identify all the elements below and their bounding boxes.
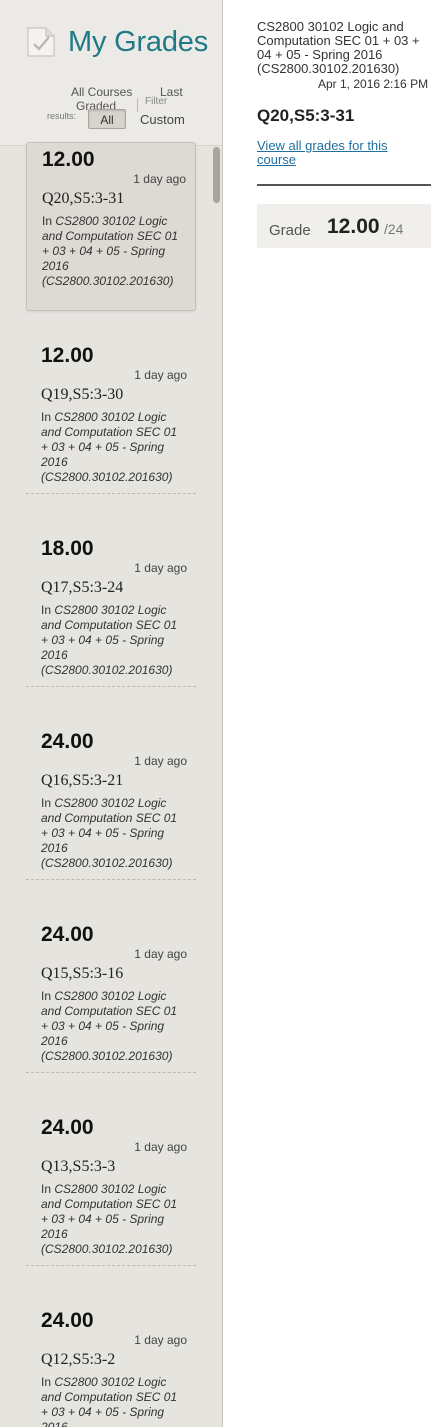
grade-course-text: In CS2800 30102 Logic and Computation SE… bbox=[41, 1375, 183, 1427]
grade-time: 1 day ago bbox=[133, 172, 186, 186]
filter-all-button[interactable]: All bbox=[88, 109, 126, 129]
grade-item-name: Q20,S5:3-31 bbox=[42, 190, 125, 207]
list-separator bbox=[26, 879, 196, 880]
detail-course-name: CS2800 30102 Logic and Computation SEC 0… bbox=[257, 19, 420, 76]
grade-list-item[interactable]: 12.00 1 day ago Q20,S5:3-31 In CS2800 30102… bbox=[26, 142, 196, 311]
grade-course-text: In CS2800 30102 Logic and Computation SE… bbox=[41, 1182, 183, 1257]
list-separator bbox=[26, 1072, 196, 1073]
grades-logo-icon bbox=[27, 27, 55, 57]
grade-item-name: Q19,S5:3-30 bbox=[41, 386, 124, 403]
grade-time: 1 day ago bbox=[134, 947, 187, 961]
in-label: In bbox=[41, 410, 55, 424]
filter-divider bbox=[137, 98, 138, 112]
page-title: My Grades bbox=[68, 26, 209, 58]
grade-score: 12.00 bbox=[41, 344, 94, 367]
list-separator bbox=[26, 1265, 196, 1266]
list-scrollbar[interactable] bbox=[213, 147, 220, 203]
detail-date: Apr 1, 2016 2:16 PM bbox=[318, 77, 429, 91]
grade-time: 1 day ago bbox=[134, 754, 187, 768]
grade-score: 24.00 bbox=[41, 1309, 94, 1332]
in-label: In bbox=[41, 796, 55, 810]
course-name: CS2800 30102 Logic and Computation SEC 0… bbox=[41, 1182, 178, 1256]
in-label: In bbox=[41, 1375, 55, 1389]
grade-score: 12.00 bbox=[42, 148, 95, 171]
grade-score: 24.00 bbox=[41, 730, 94, 753]
results-label: results: bbox=[47, 111, 77, 121]
grade-score: 24.00 bbox=[41, 1116, 94, 1139]
course-name: CS2800 30102 Logic and Computation SEC 0… bbox=[42, 214, 179, 288]
in-label: In bbox=[42, 214, 56, 228]
list-separator bbox=[26, 493, 196, 494]
grade-label: Grade bbox=[269, 222, 311, 239]
grade-list-item[interactable]: 24.00 1 day ago Q13,S5:3-3 In CS2800 30102 … bbox=[26, 1074, 196, 1256]
grade-list-item[interactable]: 24.00 1 day ago Q16,S5:3-21 In CS2800 30102… bbox=[26, 688, 196, 870]
grade-out-of: /24 bbox=[384, 221, 404, 237]
grade-course-text: In CS2800 30102 Logic and Computation SE… bbox=[41, 603, 183, 678]
grade-time: 1 day ago bbox=[134, 561, 187, 575]
grade-item-name: Q15,S5:3-16 bbox=[41, 965, 124, 982]
grade-time: 1 day ago bbox=[134, 1333, 187, 1347]
grade-score: 24.00 bbox=[41, 923, 94, 946]
view-all-grades-link[interactable]: View all grades for this course bbox=[257, 139, 417, 167]
detail-assignment-name: Q20,S5:3-31 bbox=[257, 106, 355, 125]
grade-time: 1 day ago bbox=[134, 368, 187, 382]
grade-item-name: Q16,S5:3-21 bbox=[41, 772, 124, 789]
grade-box: Grade 12.00 /24 bbox=[257, 204, 431, 248]
filter-all-courses-label: All Courses bbox=[71, 85, 133, 99]
grade-course-text: In CS2800 30102 Logic and Computation SE… bbox=[42, 214, 184, 289]
grade-list-item[interactable]: 12.00 1 day ago Q19,S5:3-30 In CS2800 30102… bbox=[26, 302, 196, 484]
course-name: CS2800 30102 Logic and Computation SEC 0… bbox=[41, 1375, 178, 1427]
course-name: CS2800 30102 Logic and Computation SEC 0… bbox=[41, 989, 178, 1063]
course-name: CS2800 30102 Logic and Computation SEC 0… bbox=[41, 796, 178, 870]
filter-label: Filter bbox=[145, 96, 168, 107]
grade-item-name: Q17,S5:3-24 bbox=[41, 579, 124, 596]
grade-list-item[interactable]: 24.00 1 day ago Q12,S5:3-2 In CS2800 30102 … bbox=[26, 1267, 196, 1427]
course-name: CS2800 30102 Logic and Computation SEC 0… bbox=[41, 603, 178, 677]
grade-list-item[interactable]: 24.00 1 day ago Q15,S5:3-16 In CS2800 30102… bbox=[26, 881, 196, 1063]
grade-score: 18.00 bbox=[41, 537, 94, 560]
grade-time: 1 day ago bbox=[134, 1140, 187, 1154]
sidebar-header: My Grades All Courses Graded Last result… bbox=[0, 0, 222, 146]
grade-course-text: In CS2800 30102 Logic and Computation SE… bbox=[41, 796, 183, 871]
in-label: In bbox=[41, 989, 55, 1003]
grade-course-text: In CS2800 30102 Logic and Computation SE… bbox=[41, 410, 183, 485]
grade-list-item[interactable]: 18.00 1 day ago Q17,S5:3-24 In CS2800 30102… bbox=[26, 495, 196, 677]
filter-custom-button[interactable]: Custom bbox=[140, 112, 185, 127]
grade-detail-pane: CS2800 30102 Logic and Computation SEC 0… bbox=[223, 0, 444, 1427]
grade-value: 12.00 bbox=[327, 215, 380, 238]
divider bbox=[257, 184, 431, 186]
course-name: CS2800 30102 Logic and Computation SEC 0… bbox=[41, 410, 178, 484]
grade-course-text: In CS2800 30102 Logic and Computation SE… bbox=[41, 989, 183, 1064]
in-label: In bbox=[41, 603, 55, 617]
grade-item-name: Q12,S5:3-2 bbox=[41, 1351, 116, 1368]
grade-item-name: Q13,S5:3-3 bbox=[41, 1158, 116, 1175]
in-label: In bbox=[41, 1182, 55, 1196]
list-separator bbox=[26, 686, 196, 687]
grades-sidebar: My Grades All Courses Graded Last result… bbox=[0, 0, 223, 1427]
